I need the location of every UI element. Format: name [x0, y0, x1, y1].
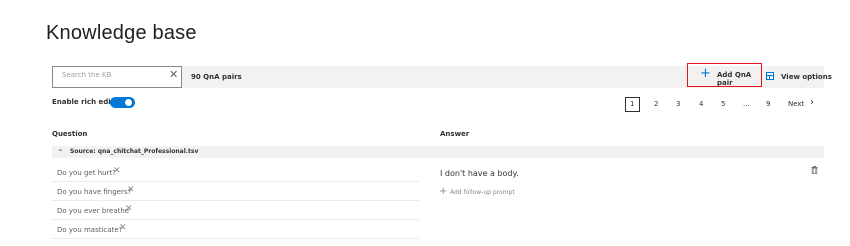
page-ellipsis: ...	[743, 100, 750, 108]
add-follow-up-prompt-link[interactable]: Add follow-up prompt	[450, 189, 515, 196]
page-2[interactable]: 2	[654, 100, 658, 108]
question-row[interactable]: Do you ever breathe ✕	[52, 201, 419, 220]
source-group-header[interactable]: ⌃ Source: qna_chitchat_Professional.tsv	[52, 146, 824, 158]
view-options-button[interactable]: View options	[781, 73, 832, 81]
answer-text[interactable]: I don't have a body.	[440, 169, 519, 178]
page-title: Knowledge base	[46, 22, 197, 44]
source-label: Source: qna_chitchat_Professional.tsv	[70, 148, 199, 155]
question-text[interactable]: Do you have fingers?	[57, 188, 131, 196]
add-icon: +	[439, 186, 448, 197]
page-1[interactable]: 1	[630, 100, 634, 108]
question-row[interactable]: Do you have fingers? ✕	[52, 182, 419, 201]
search-placeholder: Search the KB	[62, 71, 112, 79]
answer-column-header: Answer	[440, 130, 470, 138]
question-text[interactable]: Do you masticate?	[57, 226, 122, 234]
chevron-up-icon[interactable]: ⌃	[57, 148, 64, 157]
remove-question-icon[interactable]: ✕	[119, 223, 127, 233]
toggle-knob	[125, 99, 132, 106]
clear-search-icon[interactable]: ✕	[169, 68, 178, 81]
page-9[interactable]: 9	[766, 100, 770, 108]
page-4[interactable]: 4	[699, 100, 703, 108]
rich-editor-toggle[interactable]	[110, 97, 135, 108]
delete-icon[interactable]	[811, 166, 818, 174]
search-input[interactable]: Search the KB ✕	[52, 66, 182, 88]
add-qna-pair-button[interactable]: + Add QnA pair	[687, 63, 762, 87]
add-qna-pair-label: Add QnA pair	[717, 71, 752, 87]
question-row[interactable]: Do you masticate? ✕	[52, 220, 419, 239]
question-row[interactable]: Do you get hurt? ✕	[52, 163, 419, 182]
qna-count: 90 QnA pairs	[191, 73, 242, 81]
remove-question-icon[interactable]: ✕	[127, 185, 135, 195]
add-icon: +	[700, 66, 711, 81]
question-column-header: Question	[52, 130, 88, 138]
next-page-button[interactable]: Next	[788, 100, 804, 108]
chevron-right-icon[interactable]: ›	[810, 97, 814, 108]
page-5[interactable]: 5	[721, 100, 725, 108]
question-text[interactable]: Do you get hurt?	[57, 169, 116, 177]
remove-question-icon[interactable]: ✕	[113, 166, 121, 176]
remove-question-icon[interactable]: ✕	[125, 204, 133, 214]
view-options-icon[interactable]	[766, 72, 774, 80]
page-3[interactable]: 3	[676, 100, 680, 108]
question-text[interactable]: Do you ever breathe	[57, 207, 129, 215]
